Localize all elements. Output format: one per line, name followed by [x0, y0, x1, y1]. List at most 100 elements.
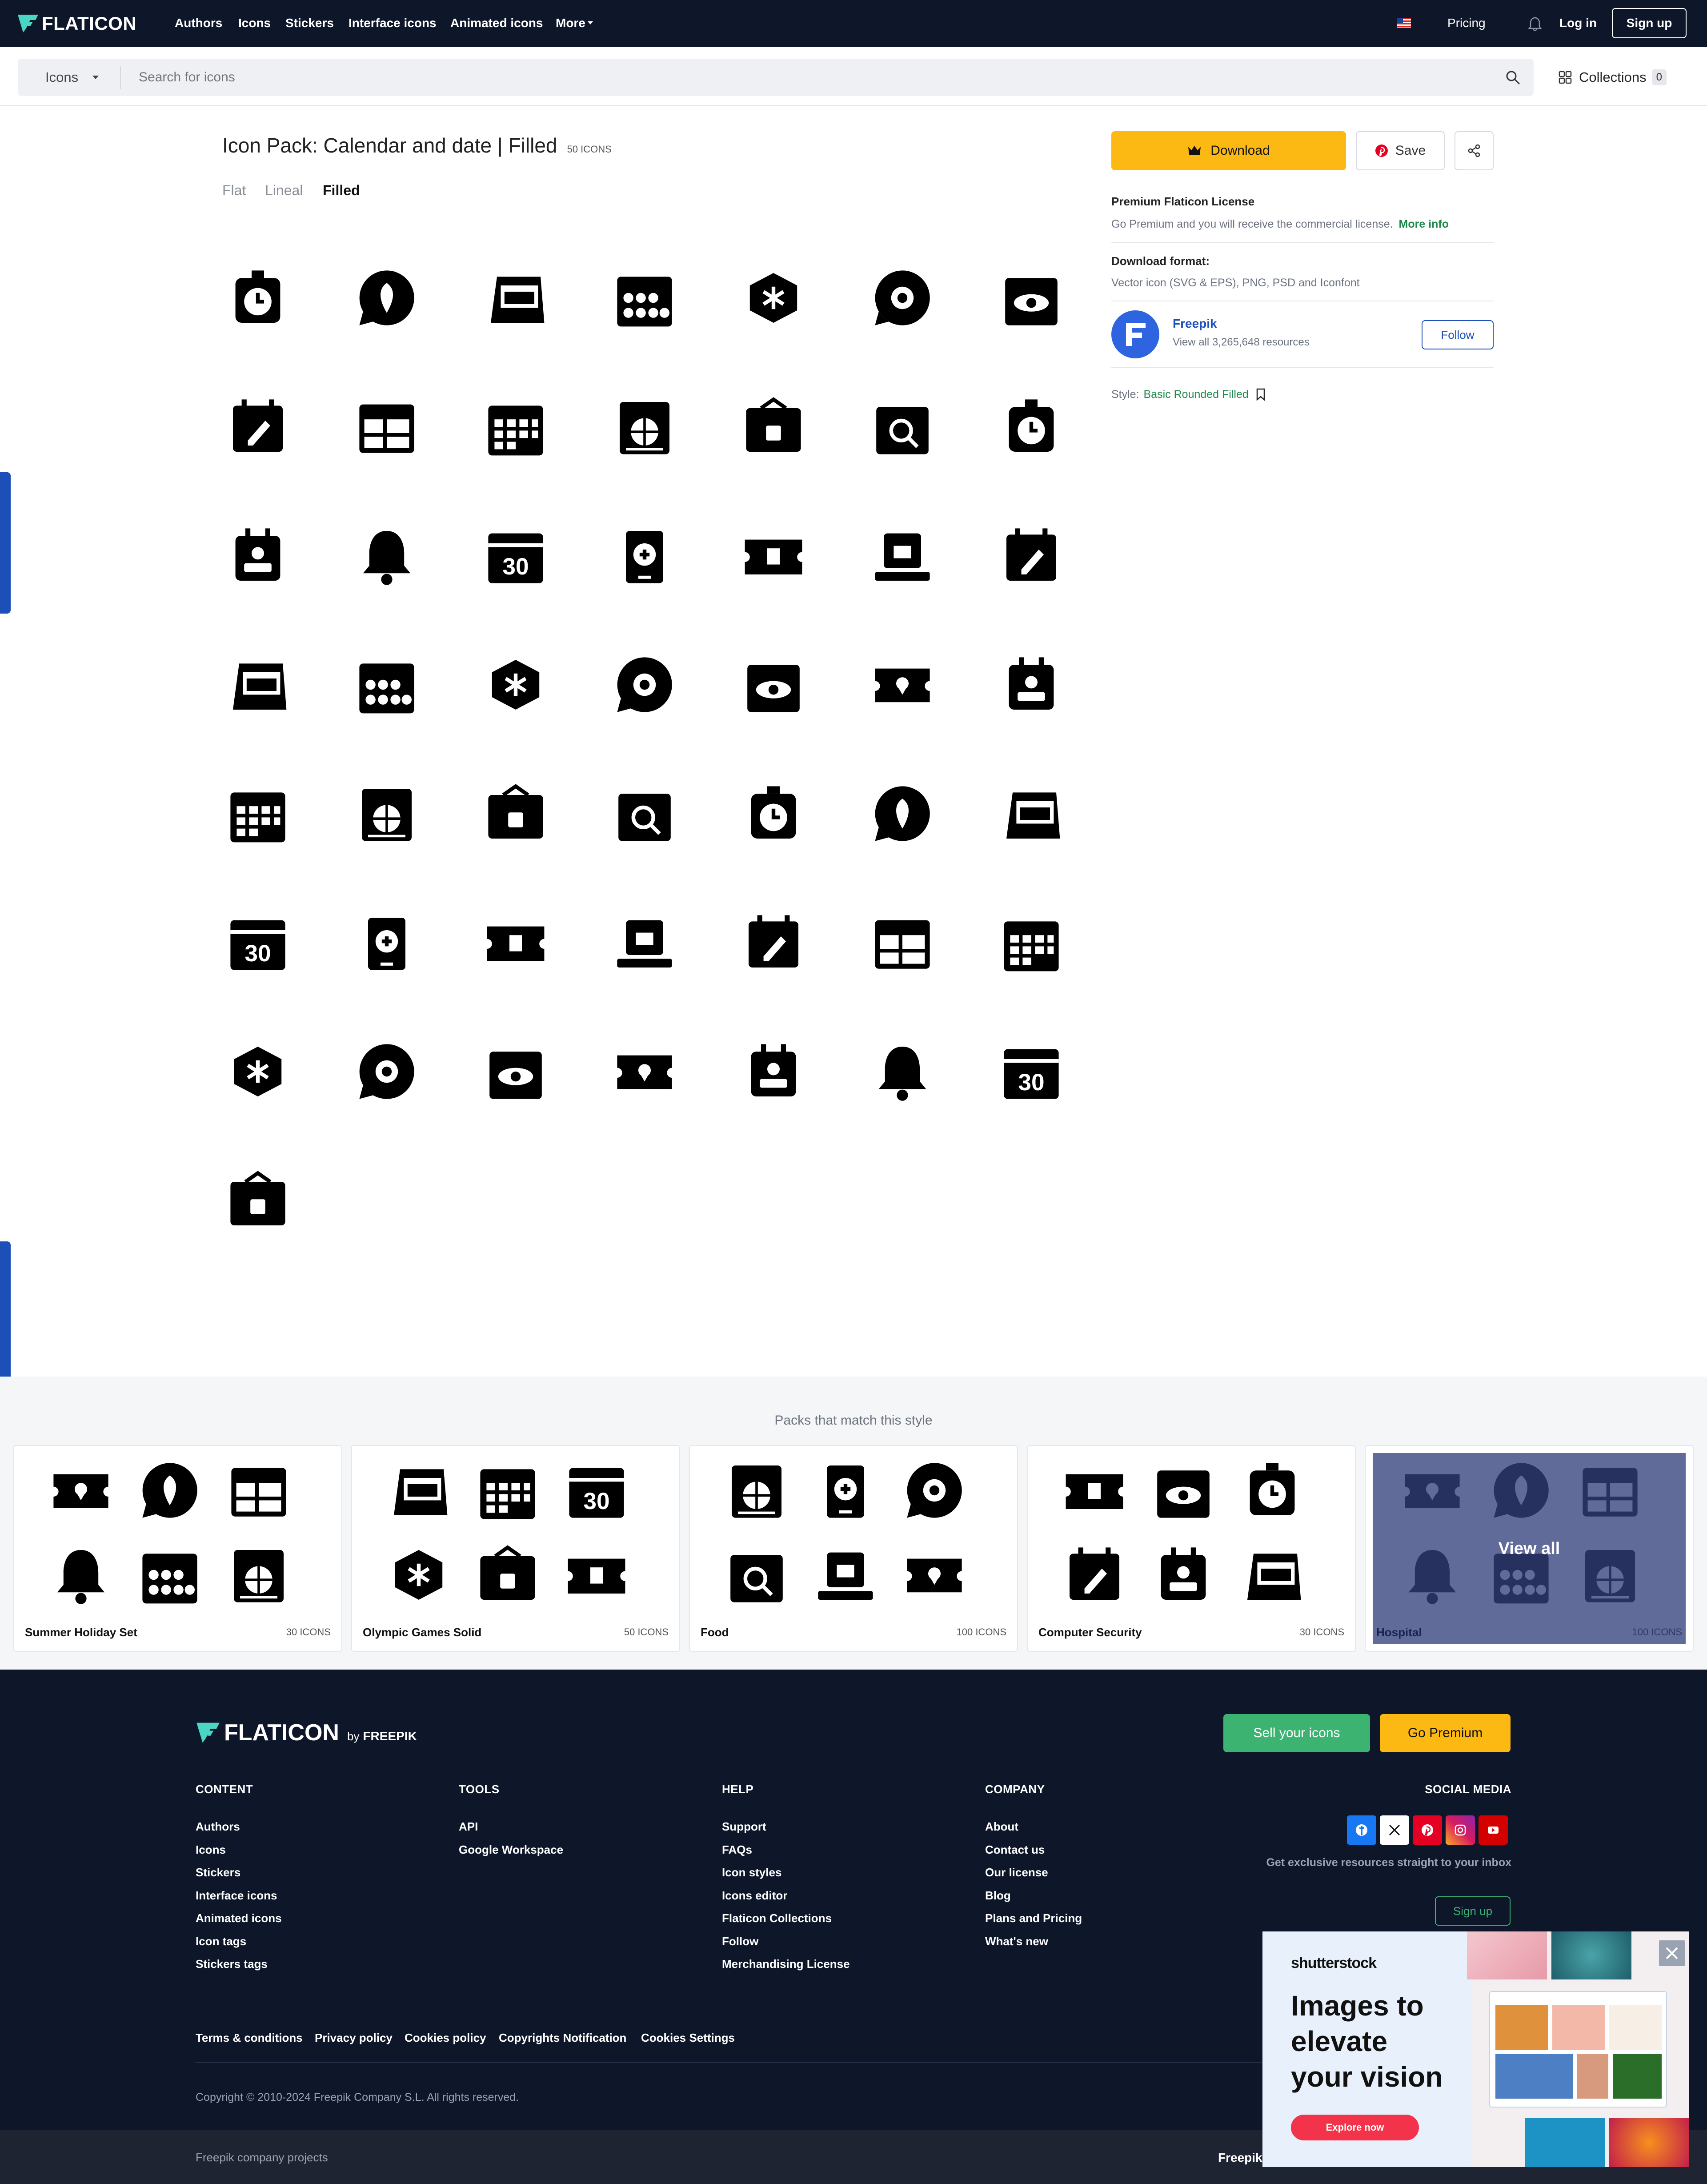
footer-logo[interactable]: FLATICON by FREEPIK: [196, 1719, 417, 1746]
view-all-overlay[interactable]: View all: [1373, 1453, 1686, 1644]
pack-card[interactable]: Summer Holiday Set 30 ICONS: [13, 1445, 342, 1652]
calendar-money2-icon[interactable]: [611, 780, 678, 847]
chat-leaf-icon[interactable]: [998, 780, 1065, 847]
newsletter-signup-button[interactable]: Sign up: [1435, 1896, 1511, 1926]
author-name[interactable]: Freepik: [1173, 317, 1217, 331]
footer-link[interactable]: Google Workspace: [459, 1843, 563, 1857]
footer-link[interactable]: Our license: [985, 1866, 1048, 1879]
share-button[interactable]: [1455, 131, 1494, 170]
pack-card[interactable]: Computer Security 30 ICONS: [1027, 1445, 1356, 1652]
footer-link[interactable]: About: [985, 1820, 1018, 1834]
ticket-trash-icon[interactable]: [353, 1038, 420, 1105]
calendar-15-icon[interactable]: [998, 522, 1065, 589]
calendar-lock-icon[interactable]: [740, 780, 807, 847]
footer-link[interactable]: Flaticon Collections: [722, 1911, 832, 1925]
x-button[interactable]: [1380, 1815, 1409, 1845]
calendar-unlock-icon[interactable]: [869, 780, 936, 847]
calendar-plus-icon[interactable]: [869, 651, 936, 718]
calendar-tablet-icon[interactable]: [740, 909, 807, 976]
calendar-31-icon[interactable]: [998, 393, 1065, 460]
calendar-badge-icon[interactable]: [740, 265, 807, 331]
leaf-chat-icon[interactable]: [611, 265, 678, 331]
footer-link[interactable]: API: [459, 1820, 478, 1834]
instagram-button[interactable]: [1446, 1815, 1475, 1845]
style-link[interactable]: Basic Rounded Filled: [1144, 388, 1249, 401]
legal-link[interactable]: Copyrights Notification: [499, 2031, 626, 2045]
clock-calendar-icon[interactable]: [224, 265, 291, 331]
calendar-alert-icon[interactable]: [353, 780, 420, 847]
calendar-month-icon[interactable]: [353, 393, 420, 460]
nav-pricing[interactable]: Pricing: [1447, 16, 1486, 30]
notification-bell-icon[interactable]: [1527, 16, 1543, 32]
legal-link[interactable]: Privacy policy: [315, 2031, 393, 2045]
signup-button[interactable]: Sign up: [1612, 8, 1687, 38]
calendar-rows-icon[interactable]: [482, 909, 549, 976]
legal-link[interactable]: Cookies Settings: [641, 2031, 735, 2045]
ad-close-button[interactable]: [1659, 1940, 1685, 1966]
footer-link[interactable]: Icons: [196, 1843, 226, 1857]
pack-card[interactable]: 30 Olympic Games Solid 50 ICONS: [351, 1445, 680, 1652]
hexagon-moon-icon[interactable]: [353, 909, 420, 976]
hexagon-snow-icon[interactable]: [740, 651, 807, 718]
footer-link[interactable]: Authors: [196, 1820, 240, 1834]
calendar-minus-icon[interactable]: [998, 651, 1065, 718]
footer-link[interactable]: Stickers tags: [196, 1957, 268, 1971]
calendar-hourglass-icon[interactable]: [482, 651, 549, 718]
nav-more[interactable]: More: [556, 16, 585, 30]
calendar-eye-off-icon[interactable]: 30: [998, 1038, 1065, 1105]
footer-link[interactable]: Animated icons: [196, 1911, 282, 1925]
calendar-clock-icon[interactable]: [224, 780, 291, 847]
calendar-photo-icon[interactable]: [224, 651, 291, 718]
pack-card[interactable]: Hospital100 ICONSView all: [1365, 1445, 1694, 1652]
footer-link[interactable]: Icons editor: [722, 1889, 787, 1903]
footer-link[interactable]: Support: [722, 1820, 766, 1834]
chat-snow-icon[interactable]: [740, 1038, 807, 1105]
legal-link[interactable]: Cookies policy: [405, 2031, 486, 2045]
calendar-list-icon[interactable]: [740, 393, 807, 460]
cuckoo-clock-icon[interactable]: [611, 651, 678, 718]
calendar-bag-icon[interactable]: [740, 522, 807, 589]
shutterstock-ad[interactable]: shutterstock Images to elevate your visi…: [1262, 1931, 1689, 2167]
footer-link[interactable]: Blog: [985, 1889, 1011, 1903]
collections-button[interactable]: Collections 0: [1559, 68, 1667, 87]
calendar-dots-icon[interactable]: [482, 393, 549, 460]
calendar-eye-icon[interactable]: [869, 1038, 936, 1105]
projects-freepik-link[interactable]: Freepik: [1218, 2151, 1262, 2165]
footer-link[interactable]: Icon styles: [722, 1866, 781, 1879]
search-input[interactable]: [138, 64, 1427, 91]
save-button[interactable]: Save: [1356, 131, 1445, 170]
more-info-link[interactable]: More info: [1399, 218, 1449, 230]
footer-link[interactable]: Icon tags: [196, 1935, 246, 1948]
calendar-settings-icon[interactable]: [482, 780, 549, 847]
nav-stickers[interactable]: Stickers: [285, 16, 334, 30]
side-tab-collections[interactable]: [0, 1241, 11, 1383]
ad-explore-button[interactable]: Explore now: [1291, 2115, 1419, 2140]
follow-button[interactable]: Follow: [1422, 320, 1494, 349]
calendar-edit-icon[interactable]: [482, 265, 549, 331]
calendar-01-icon[interactable]: [353, 522, 420, 589]
calendar-days-icon[interactable]: [353, 651, 420, 718]
shield-moon-icon[interactable]: 30: [224, 909, 291, 976]
footer-link[interactable]: What's new: [985, 1935, 1048, 1948]
footer-link[interactable]: Follow: [722, 1935, 758, 1948]
nav-interface-icons[interactable]: Interface icons: [349, 16, 437, 30]
search-category-select[interactable]: Icons: [45, 69, 78, 85]
author-resources[interactable]: View all 3,265,648 resources: [1173, 336, 1310, 349]
pack-card[interactable]: Food 100 ICONS: [689, 1445, 1018, 1652]
side-tab-feedback[interactable]: [0, 472, 11, 614]
bookmark-icon[interactable]: [1256, 388, 1266, 401]
chat-gear-icon[interactable]: [998, 909, 1065, 976]
calendar-compass-icon[interactable]: [611, 909, 678, 976]
footer-link[interactable]: Merchandising License: [722, 1957, 850, 1971]
footer-link[interactable]: Interface icons: [196, 1889, 277, 1903]
download-button[interactable]: Download: [1111, 131, 1346, 170]
calendar-box-icon[interactable]: [869, 522, 936, 589]
author-avatar[interactable]: [1111, 310, 1159, 358]
search-icon[interactable]: [1505, 69, 1521, 85]
calendar-note-icon[interactable]: [611, 393, 678, 460]
legal-link[interactable]: Terms & conditions: [196, 2031, 303, 2045]
sell-icons-button[interactable]: Sell your icons: [1223, 1714, 1370, 1752]
footer-link[interactable]: FAQs: [722, 1843, 752, 1857]
tab-filled[interactable]: Filled: [323, 182, 360, 199]
us-flag-icon[interactable]: [1397, 18, 1411, 28]
